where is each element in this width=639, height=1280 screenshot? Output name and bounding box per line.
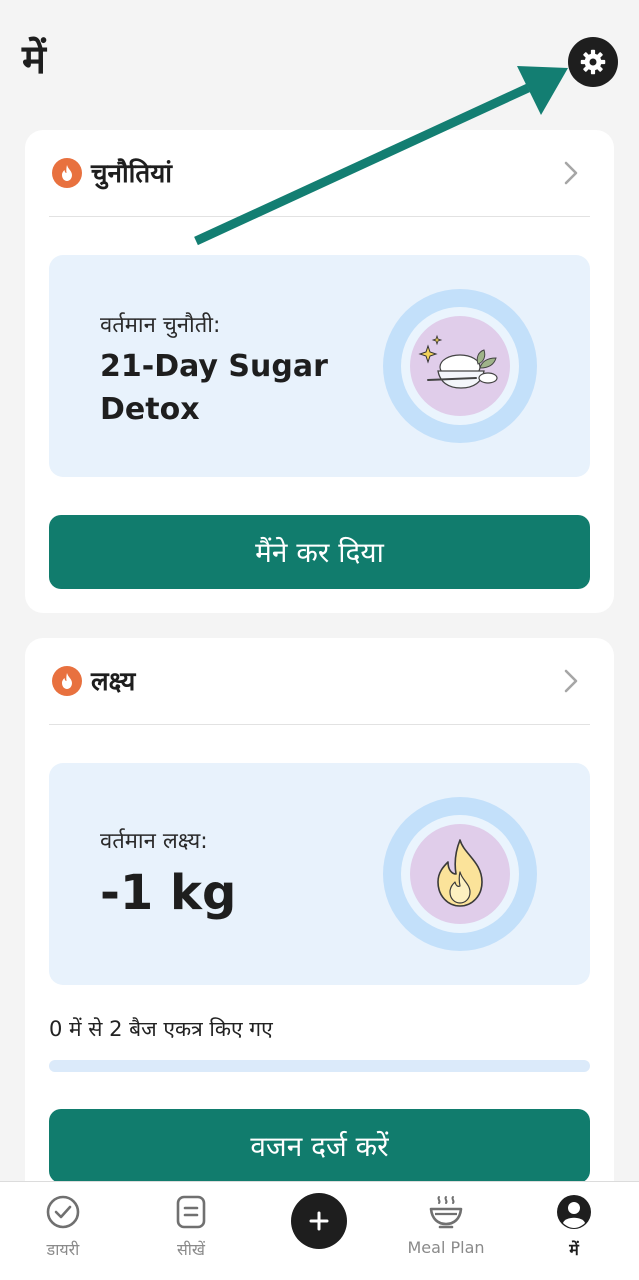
goals-header[interactable]: लक्ष्य <box>25 638 614 726</box>
plus-icon <box>309 1211 329 1231</box>
nav-meal-plan[interactable]: Meal Plan <box>386 1192 506 1272</box>
current-goal-label: वर्तमान लक्ष्य: <box>100 829 208 854</box>
goal-illustration <box>383 797 537 951</box>
chevron-right-icon <box>564 161 578 185</box>
add-button[interactable] <box>291 1193 347 1249</box>
nav-diary[interactable]: डायरी <box>3 1192 123 1272</box>
log-weight-button[interactable]: वजन दर्ज करें <box>49 1109 590 1183</box>
badges-progress-bar <box>49 1060 590 1072</box>
nav-me-label: में <box>569 1240 579 1259</box>
divider <box>49 216 590 217</box>
fire-badge-icon <box>52 666 82 696</box>
divider <box>49 724 590 725</box>
nav-learn[interactable]: सीखें <box>131 1192 251 1272</box>
current-goal-panel: वर्तमान लक्ष्य: -1 kg <box>49 763 590 985</box>
gear-icon <box>580 49 606 75</box>
header: में <box>0 0 639 120</box>
notes-icon <box>176 1195 206 1229</box>
current-goal-value: -1 kg <box>100 865 237 921</box>
badges-count-text: 0 में से 2 बैज एकत्र किए गए <box>49 1017 273 1041</box>
steaming-bowl-icon <box>429 1196 463 1229</box>
nav-learn-label: सीखें <box>176 1240 206 1259</box>
check-circle-icon <box>46 1195 80 1229</box>
goals-card: लक्ष्य वर्तमान लक्ष्य: -1 kg 0 में से 2 … <box>25 638 614 1198</box>
flame-icon <box>437 839 483 907</box>
nav-diary-label: डायरी <box>46 1240 80 1259</box>
current-challenge-panel: वर्तमान चुनौती: 21-Day Sugar Detox <box>49 255 590 477</box>
rice-bowl-sparkle-icon <box>418 334 498 389</box>
fire-badge-icon <box>52 158 82 188</box>
challenges-header[interactable]: चुनौतियां <box>25 130 614 218</box>
done-button[interactable]: मैंने कर दिया <box>49 515 590 589</box>
current-challenge-label: वर्तमान चुनौती: <box>100 313 221 338</box>
profile-icon <box>557 1195 591 1229</box>
goals-title: लक्ष्य <box>91 667 136 697</box>
page-title: में <box>22 37 46 83</box>
chevron-right-icon <box>564 669 578 693</box>
nav-me[interactable]: में <box>514 1192 634 1272</box>
challenge-illustration <box>383 289 537 443</box>
challenges-card: चुनौतियां वर्तमान चुनौती: 21-Day Sugar D… <box>25 130 614 613</box>
bottom-nav: डायरी सीखें Meal Plan में <box>0 1181 639 1280</box>
current-challenge-value: 21-Day Sugar Detox <box>100 349 328 427</box>
settings-button[interactable] <box>568 37 618 87</box>
nav-meal-plan-label: Meal Plan <box>407 1238 485 1257</box>
challenges-title: चुनौतियां <box>91 159 173 189</box>
